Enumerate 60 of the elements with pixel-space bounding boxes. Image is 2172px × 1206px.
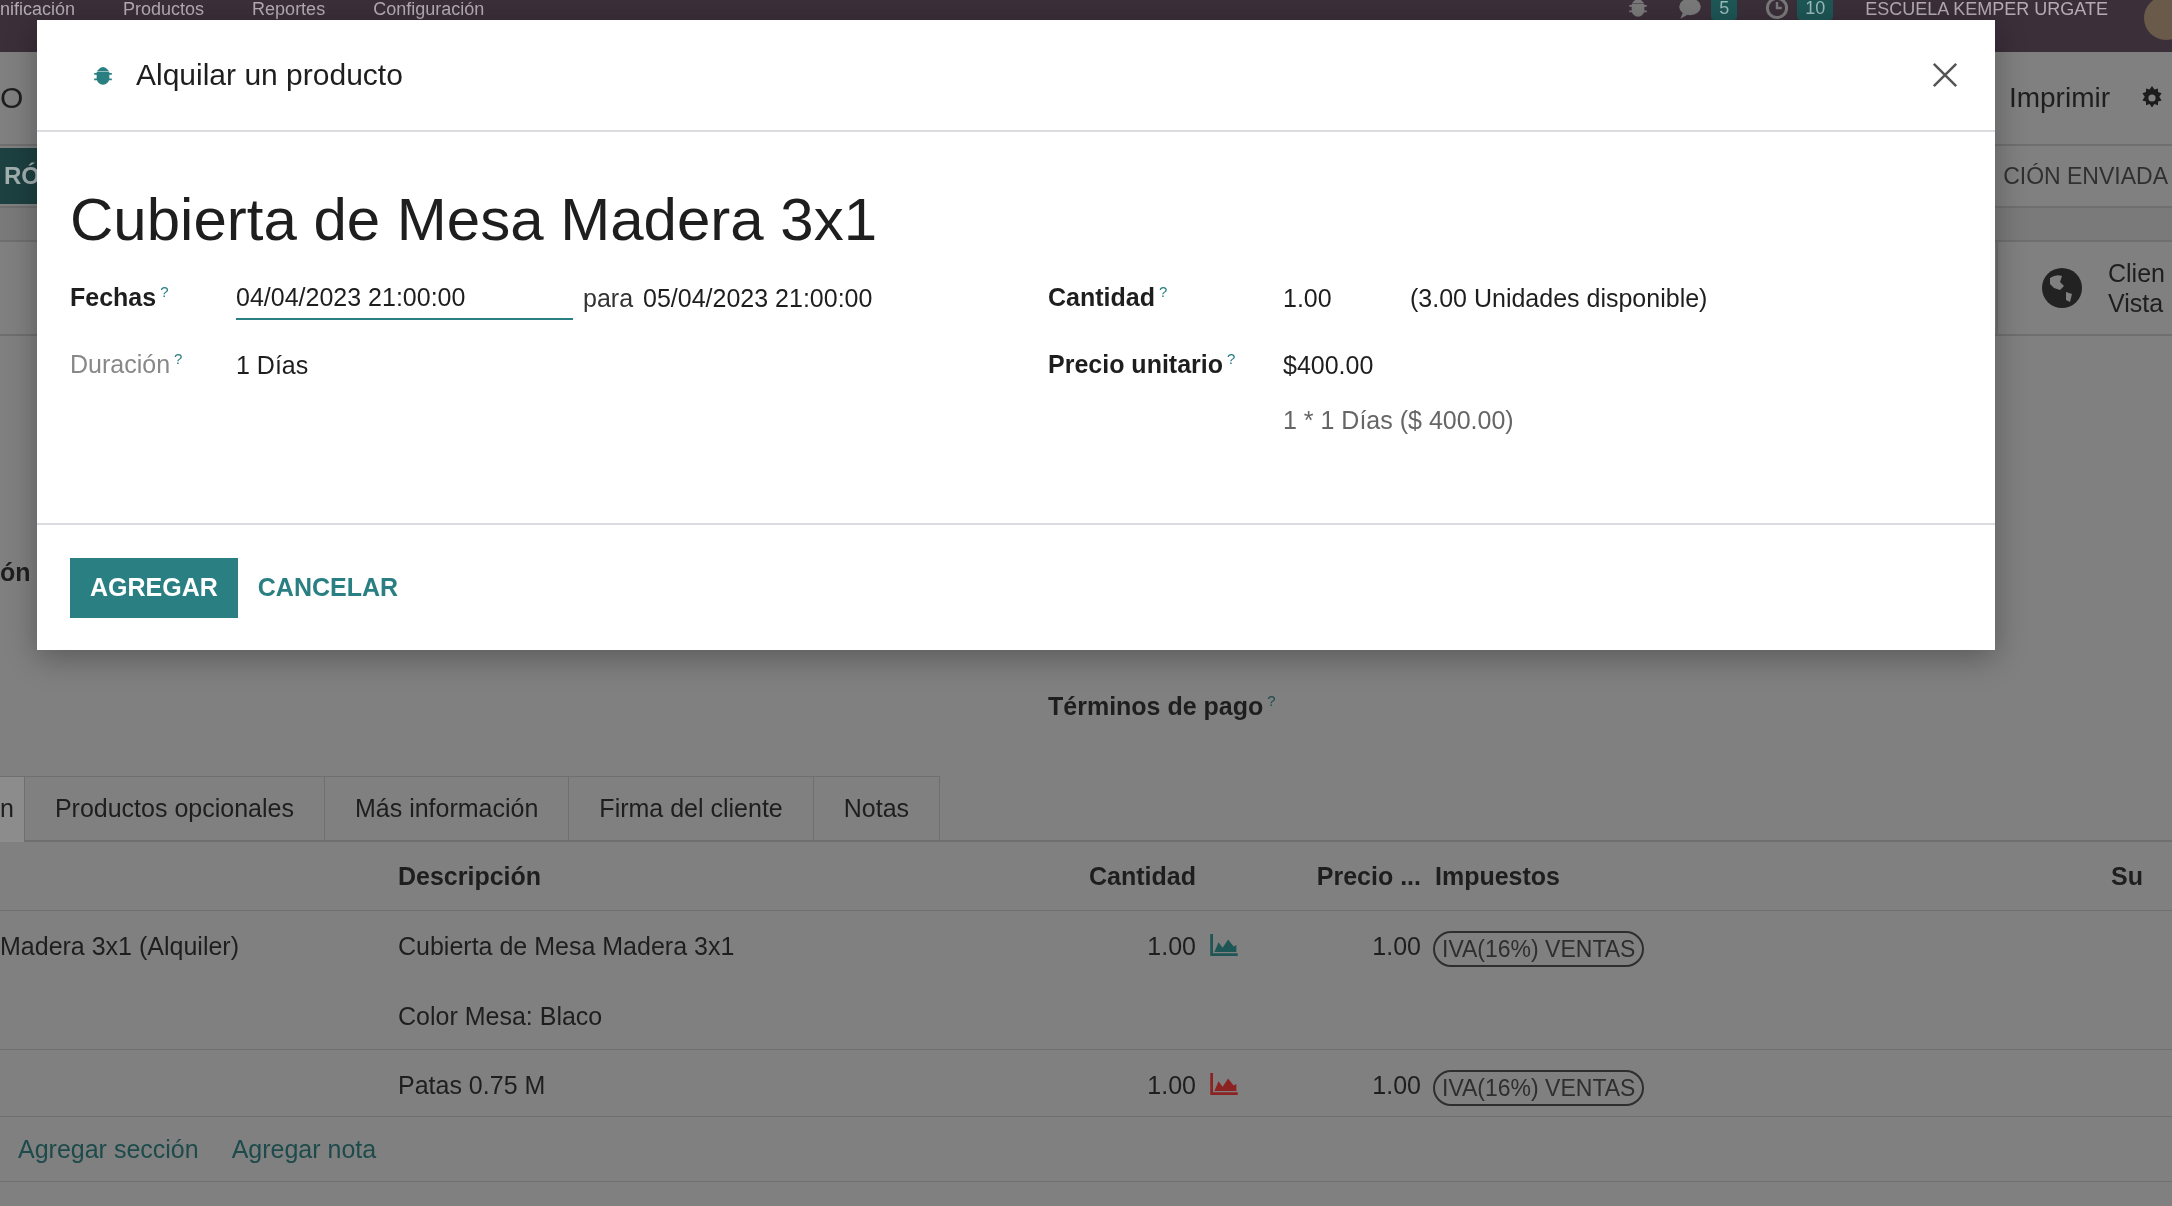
tab[interactable]: Más información [323, 776, 570, 842]
tax-tag: IVA(16%) VENTAS [1433, 931, 1645, 967]
tab[interactable]: n [0, 776, 25, 842]
field-label: Fechas $^{?}$ [70, 283, 170, 313]
field-label: Duración $^{?}$ [70, 350, 184, 380]
dialog-title: Alquilar un producto [136, 58, 404, 92]
globe-icon [2042, 268, 2082, 308]
price-detail: 1 * 1 Días ($ 400.00) [1283, 405, 1514, 435]
tab[interactable]: Firma del cliente [568, 776, 814, 842]
date-separator: para [583, 283, 634, 313]
table-cell: Cubierta de Mesa Madera 3x1 [398, 931, 735, 961]
quantity-field[interactable]: 1.00 [1283, 283, 1410, 313]
company-name[interactable]: ESCUELA KEMPER URGATE [1865, 0, 2108, 19]
chat-icon[interactable] [1677, 0, 1704, 20]
dialog-button[interactable]: CANCELAR [257, 557, 399, 618]
status-stage[interactable]: CIÓN ENVIADA [2003, 162, 2168, 190]
menu-item[interactable]: Reportes [252, 0, 326, 19]
menu-item[interactable]: Configuración [373, 0, 485, 19]
table-cell: 1.00 [1147, 931, 1196, 961]
field-label: Términos de pago $^{?}$ [1048, 692, 1276, 722]
table-cell: Color Mesa: Blaco [398, 1001, 603, 1031]
area-chart-icon[interactable] [1210, 934, 1238, 956]
column-header[interactable]: Precio ... [1316, 861, 1421, 891]
duration-value: 1 Días [236, 350, 309, 380]
availability-text: (3.00 Unidades disponible) [1410, 283, 1708, 313]
table-cell: 1.00 [1372, 931, 1421, 961]
dialog-button[interactable]: AGREGAR [70, 557, 238, 618]
add-line-link[interactable]: Agregar nota [231, 1134, 377, 1164]
customer-preview-button[interactable]: Clien Vista [1996, 242, 2172, 334]
column-header[interactable]: Impuestos [1421, 861, 1561, 891]
end-date-field[interactable]: 05/04/2023 21:00:00 [643, 283, 873, 313]
menu-item[interactable]: Productos [123, 0, 205, 19]
tab[interactable]: Productos opcionales [23, 776, 325, 842]
bug-icon[interactable] [1627, 0, 1650, 18]
tax-tag: IVA(16%) VENTAS [1433, 1070, 1645, 1106]
add-line-link[interactable]: Agregar sección [18, 1134, 199, 1164]
print-button[interactable]: Imprimir [2008, 82, 2110, 114]
close-icon[interactable] [1931, 61, 1959, 89]
field-label: Precio unitario $^{?}$ [1048, 350, 1237, 380]
column-header[interactable]: Cantidad [1089, 861, 1196, 891]
table-cell: Patas 0.75 M [398, 1070, 546, 1100]
menu-item[interactable]: nificación [0, 0, 76, 19]
table-cell: 1.00 [1147, 1070, 1196, 1100]
field-label: ón [0, 558, 31, 587]
column-header[interactable]: Su [2111, 861, 2143, 891]
unit-price-value: $400.00 [1283, 350, 1374, 380]
field-label: Cantidad $^{?}$ [1048, 283, 1169, 313]
table-cell: Madera 3x1 (Alquiler) [0, 932, 239, 960]
bug-icon [92, 64, 114, 86]
gear-icon[interactable] [2140, 86, 2164, 110]
tab[interactable]: Notas [812, 776, 941, 842]
activity-count-badge: 10 [1797, 0, 1834, 20]
breadcrumb[interactable]: O [0, 81, 24, 115]
area-chart-icon[interactable] [1210, 1073, 1238, 1095]
product-name: Cubierta de Mesa Madera 3x1 [70, 185, 879, 255]
column-header[interactable]: Descripción [398, 861, 542, 891]
table-cell: 1.00 [1372, 1070, 1421, 1100]
clock-icon[interactable] [1765, 0, 1790, 20]
start-date-field[interactable]: 04/04/2023 21:00:00 [236, 276, 573, 320]
message-count-badge: 5 [1711, 0, 1738, 20]
